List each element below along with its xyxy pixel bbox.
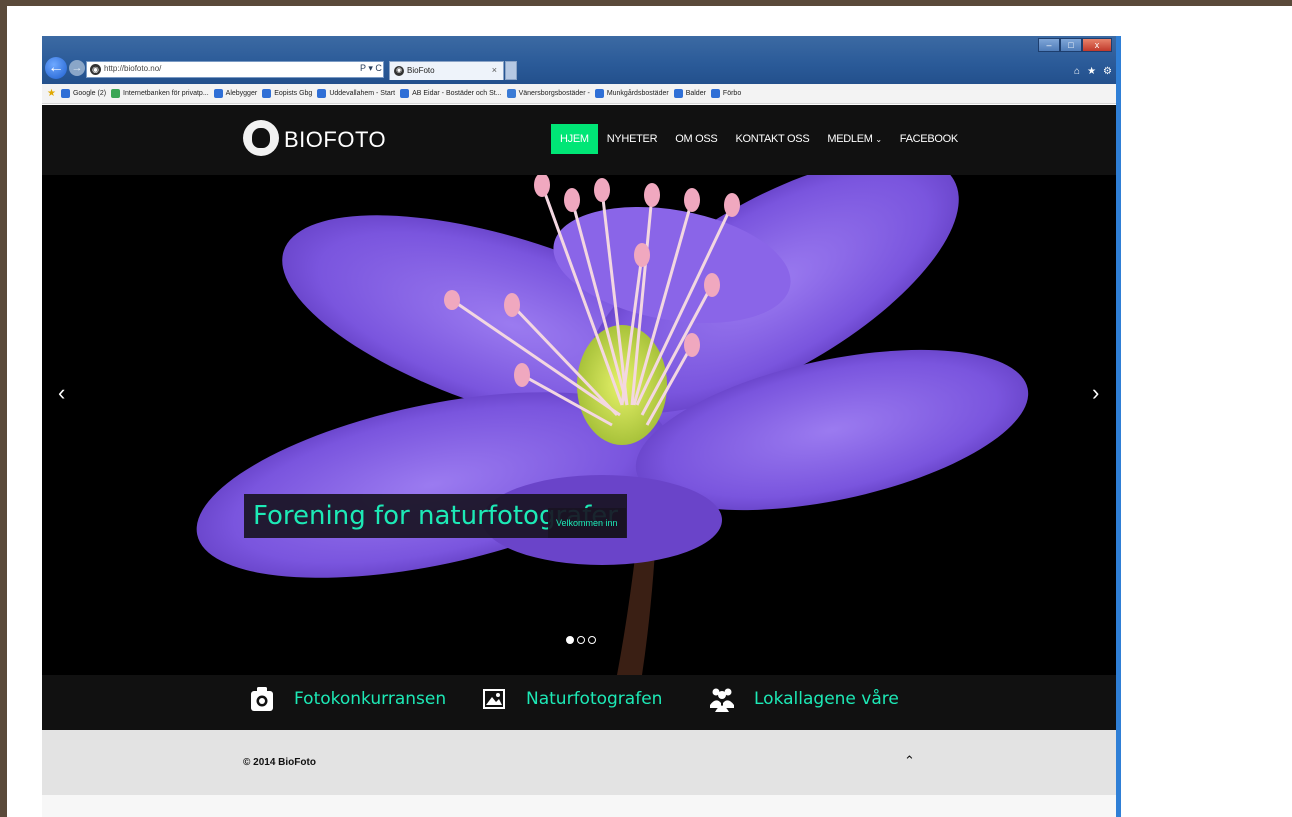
address-search-refresh-icons[interactable]: P ▾ C: [360, 63, 382, 74]
favorite-icon: [673, 89, 683, 98]
favorite-icon: [60, 89, 70, 98]
favorite-icon: [506, 89, 516, 98]
favorite-icon: [594, 89, 604, 98]
favorite-item[interactable]: Förbo: [710, 89, 742, 98]
favorite-icon: [317, 89, 327, 98]
favorite-label: Uddevallahem - Start: [329, 90, 396, 97]
picture-icon: [483, 689, 505, 709]
browser-window: ← → ◉ http://biofoto.no/ P ▾ C ◉ BioFoto…: [42, 36, 1120, 817]
back-to-top-icon[interactable]: ⌃: [904, 753, 915, 769]
feature-label: Naturfotografen: [526, 689, 663, 709]
site-header: BIOFOTO HJEM NYHETER OM OSS KONTAKT OSS …: [42, 105, 1116, 175]
carousel-next-button[interactable]: ›: [1092, 380, 1099, 406]
favorite-label: Alebygger: [225, 90, 258, 97]
nav-item-hjem[interactable]: HJEM: [551, 124, 598, 154]
favorite-item[interactable]: Uddevallahem - Start: [317, 89, 395, 98]
browser-tab[interactable]: ◉ BioFoto ×: [389, 61, 504, 80]
window-controls: – □ x: [1038, 38, 1112, 52]
site-footer: © 2014 BioFoto ⌃: [42, 730, 1116, 795]
chevron-down-icon: ⌄: [875, 135, 882, 144]
browser-tools: ⌂ ★ ⚙: [1074, 66, 1112, 77]
hero-flower-image: [42, 175, 1116, 675]
minimize-button[interactable]: –: [1038, 38, 1060, 52]
browser-titlebar: ← → ◉ http://biofoto.no/ P ▾ C ◉ BioFoto…: [42, 36, 1120, 84]
hero-caption-button[interactable]: Velkommen inn: [548, 508, 626, 538]
favorite-item[interactable]: Internetbanken för privatp...: [111, 89, 209, 98]
feature-fotokonkurransen[interactable]: Fotokonkurransen: [250, 686, 446, 712]
users-icon: [710, 688, 734, 712]
favorite-item[interactable]: Vänersborgsbostäder -: [506, 89, 590, 98]
favorite-item[interactable]: Google (2): [60, 89, 107, 98]
nav-item-om-oss[interactable]: OM OSS: [666, 124, 726, 154]
favorite-label: Eopists Gbg: [274, 90, 313, 97]
browser-window-edge: [1116, 36, 1121, 817]
favorite-item[interactable]: Eopists Gbg: [262, 89, 312, 98]
new-tab-button[interactable]: [505, 61, 517, 80]
camera-icon: [251, 687, 273, 711]
site-favicon-icon: ◉: [90, 64, 101, 75]
feature-label: Fotokonkurransen: [294, 689, 447, 709]
favorite-item[interactable]: AB Eidar - Bostäder och St...: [400, 89, 502, 98]
home-icon[interactable]: ⌂: [1074, 66, 1080, 77]
biofoto-logo-icon[interactable]: [243, 120, 279, 156]
screenshot-frame: ← → ◉ http://biofoto.no/ P ▾ C ◉ BioFoto…: [0, 0, 1292, 817]
favorites-star-icon[interactable]: ★: [47, 88, 56, 99]
favorites-bar: ★ Google (2) Internetbanken för privatp.…: [42, 84, 1120, 104]
site-logo-text[interactable]: BIOFOTO: [284, 127, 386, 153]
close-button[interactable]: x: [1082, 38, 1112, 52]
photo-border-top: [0, 0, 1292, 6]
favorite-item[interactable]: Alebygger: [213, 89, 258, 98]
settings-gear-icon[interactable]: ⚙: [1103, 66, 1112, 77]
favorite-label: Munkgårdsbostäder: [606, 90, 669, 97]
copyright-text: © 2014 BioFoto: [243, 757, 316, 768]
back-button[interactable]: ←: [45, 57, 67, 79]
page-bottom-area: [42, 795, 1116, 817]
nav-item-nyheter[interactable]: NYHETER: [598, 124, 666, 154]
feature-label: Lokallagene våre: [754, 689, 899, 709]
feature-naturfotografen[interactable]: Naturfotografen: [482, 686, 662, 712]
favorite-icon: [710, 89, 720, 98]
forward-button[interactable]: →: [69, 60, 85, 76]
carousel-indicator-2[interactable]: [577, 636, 585, 644]
favorite-icon: [111, 89, 121, 98]
carousel-indicators: [566, 636, 596, 644]
feature-lokallagene[interactable]: Lokallagene våre: [710, 686, 899, 712]
favorite-icon: [262, 89, 272, 98]
nav-item-medlem[interactable]: MEDLEM ⌄: [818, 124, 890, 154]
favorite-item[interactable]: Munkgårdsbostäder: [594, 89, 669, 98]
carousel-indicator-3[interactable]: [588, 636, 596, 644]
favorite-label: AB Eidar - Bostäder och St...: [412, 90, 502, 97]
favorite-icon: [400, 89, 410, 98]
favorite-label: Förbo: [722, 90, 742, 97]
address-text[interactable]: http://biofoto.no/: [104, 64, 161, 73]
features-bar: Fotokonkurransen Naturfotografen Lokalla…: [42, 675, 1116, 730]
nav-item-medlem-label: MEDLEM: [827, 133, 873, 145]
hero-carousel: ‹ › Forening for naturfotografer Velkomm…: [42, 175, 1116, 675]
favorites-star-icon[interactable]: ★: [1087, 66, 1096, 77]
favorite-icon: [213, 89, 223, 98]
nav-item-facebook[interactable]: FACEBOOK: [891, 124, 967, 154]
carousel-indicator-1[interactable]: [566, 636, 574, 644]
nav-item-kontakt-oss[interactable]: KONTAKT OSS: [726, 124, 818, 154]
favorite-label: Vänersborgsbostäder -: [518, 90, 590, 97]
main-nav: HJEM NYHETER OM OSS KONTAKT OSS MEDLEM ⌄…: [551, 124, 967, 154]
favorite-item[interactable]: Balder: [673, 89, 706, 98]
favorite-label: Internetbanken för privatp...: [123, 90, 209, 97]
carousel-prev-button[interactable]: ‹: [58, 380, 65, 406]
photo-border-left: [0, 0, 7, 817]
maximize-button[interactable]: □: [1060, 38, 1082, 52]
tab-favicon-icon: ◉: [394, 66, 404, 76]
tab-title: BioFoto: [407, 66, 435, 75]
favorite-label: Balder: [685, 90, 706, 97]
address-bar[interactable]: ◉ http://biofoto.no/: [86, 61, 384, 78]
tab-close-icon[interactable]: ×: [492, 65, 497, 75]
favorite-label: Google (2): [72, 90, 107, 97]
